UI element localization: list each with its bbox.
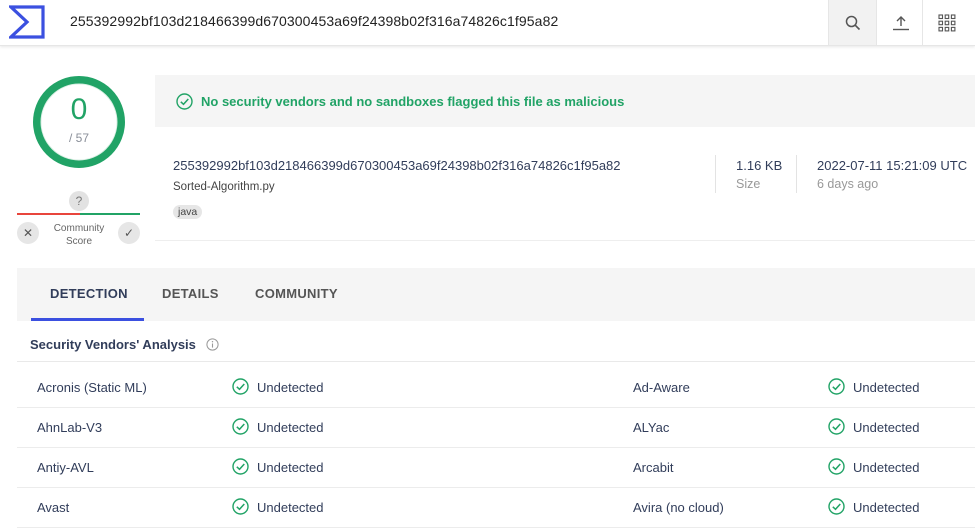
vendor-status: Undetected bbox=[257, 460, 324, 475]
community-label-line2: Score bbox=[65, 236, 93, 247]
vendor-name: Antiy-AVL bbox=[37, 460, 94, 475]
vendor-name: AhnLab-V3 bbox=[37, 420, 103, 435]
search-button[interactable] bbox=[828, 0, 877, 45]
vendor-name: Avira (no cloud) bbox=[633, 500, 724, 515]
search-icon bbox=[845, 15, 861, 30]
vendor-status: Undetected bbox=[853, 500, 920, 515]
upload-button[interactable] bbox=[876, 0, 925, 45]
tab-community[interactable]: COMMUNITY bbox=[255, 286, 338, 301]
analysis-date: 2022-07-11 15:21:09 UTC bbox=[817, 158, 968, 173]
verdict-text: No security vendors and no sandboxes fla… bbox=[201, 94, 625, 109]
vendor-status: Undetected bbox=[257, 380, 324, 395]
vendor-name: Avast bbox=[37, 500, 70, 515]
section-divider bbox=[17, 361, 975, 362]
vote-harmless-button[interactable]: ✓ bbox=[118, 222, 140, 244]
table-row: Antiy-AVL Undetected Arcabit Undetected bbox=[17, 447, 975, 488]
vendor-status: Undetected bbox=[257, 500, 324, 515]
search-input[interactable]: 255392992bf103d218466399d670300453a69f24… bbox=[70, 13, 558, 29]
vendor-name: Acronis (Static ML) bbox=[37, 380, 147, 395]
file-tag[interactable]: java bbox=[173, 205, 203, 219]
file-size: 1.16 KB bbox=[736, 158, 783, 173]
table-row: Avast Undetected Avira (no cloud) Undete… bbox=[17, 487, 975, 528]
check-circle-icon bbox=[828, 378, 845, 395]
detection-count: 0 bbox=[70, 93, 88, 126]
check-circle-icon bbox=[176, 93, 193, 110]
community-score-question-icon[interactable]: ? bbox=[69, 191, 89, 211]
community-score-positive-bar bbox=[80, 213, 140, 215]
verdict-banner: No security vendors and no sandboxes fla… bbox=[155, 75, 975, 127]
tab-details[interactable]: DETAILS bbox=[162, 286, 219, 301]
check-circle-icon bbox=[828, 458, 845, 475]
file-name: Sorted-Algorithm.py bbox=[173, 181, 275, 193]
logo-icon[interactable] bbox=[6, 5, 45, 39]
vendor-name: Ad-Aware bbox=[633, 380, 690, 395]
divider bbox=[796, 155, 797, 193]
vendor-name: Arcabit bbox=[633, 460, 674, 475]
check-circle-icon bbox=[232, 458, 249, 475]
vendor-status: Undetected bbox=[853, 420, 920, 435]
analysis-date-relative: 6 days ago bbox=[817, 177, 879, 191]
active-tab-indicator bbox=[31, 318, 144, 321]
vote-malicious-button[interactable]: ✕ bbox=[17, 222, 39, 244]
tab-detection[interactable]: DETECTION bbox=[50, 286, 128, 301]
file-size-label: Size bbox=[736, 177, 761, 191]
file-hash: 255392992bf103d218466399d670300453a69f24… bbox=[173, 158, 621, 173]
check-circle-icon bbox=[828, 418, 845, 435]
check-circle-icon bbox=[232, 378, 249, 395]
vendor-status: Undetected bbox=[853, 380, 920, 395]
info-icon[interactable] bbox=[206, 338, 219, 351]
top-bar: 255392992bf103d218466399d670300453a69f24… bbox=[0, 0, 975, 46]
tab-bar: DETECTION DETAILS COMMUNITY bbox=[17, 268, 975, 321]
vendor-status: Undetected bbox=[257, 420, 324, 435]
community-label-line1: Community bbox=[53, 223, 105, 234]
detection-total: / 57 bbox=[68, 131, 89, 145]
table-row: Acronis (Static ML) Undetected Ad-Aware … bbox=[17, 367, 975, 408]
check-circle-icon bbox=[828, 498, 845, 515]
table-row: AhnLab-V3 Undetected ALYac Undetected bbox=[17, 407, 975, 448]
check-circle-icon bbox=[232, 418, 249, 435]
community-score-negative-bar bbox=[17, 213, 80, 215]
community-score-label: Community Score bbox=[48, 222, 110, 248]
file-summary: 255392992bf103d218466399d670300453a69f24… bbox=[155, 127, 975, 241]
detection-score-gauge: 0 / 57 bbox=[32, 75, 126, 169]
apps-grid-icon bbox=[938, 13, 956, 31]
upload-icon bbox=[893, 15, 909, 30]
section-title: Security Vendors' Analysis bbox=[30, 337, 196, 352]
check-circle-icon bbox=[232, 498, 249, 515]
vendor-name: ALYac bbox=[633, 420, 670, 435]
vendor-status: Undetected bbox=[853, 460, 920, 475]
divider bbox=[715, 155, 716, 193]
apps-button[interactable] bbox=[922, 0, 971, 45]
